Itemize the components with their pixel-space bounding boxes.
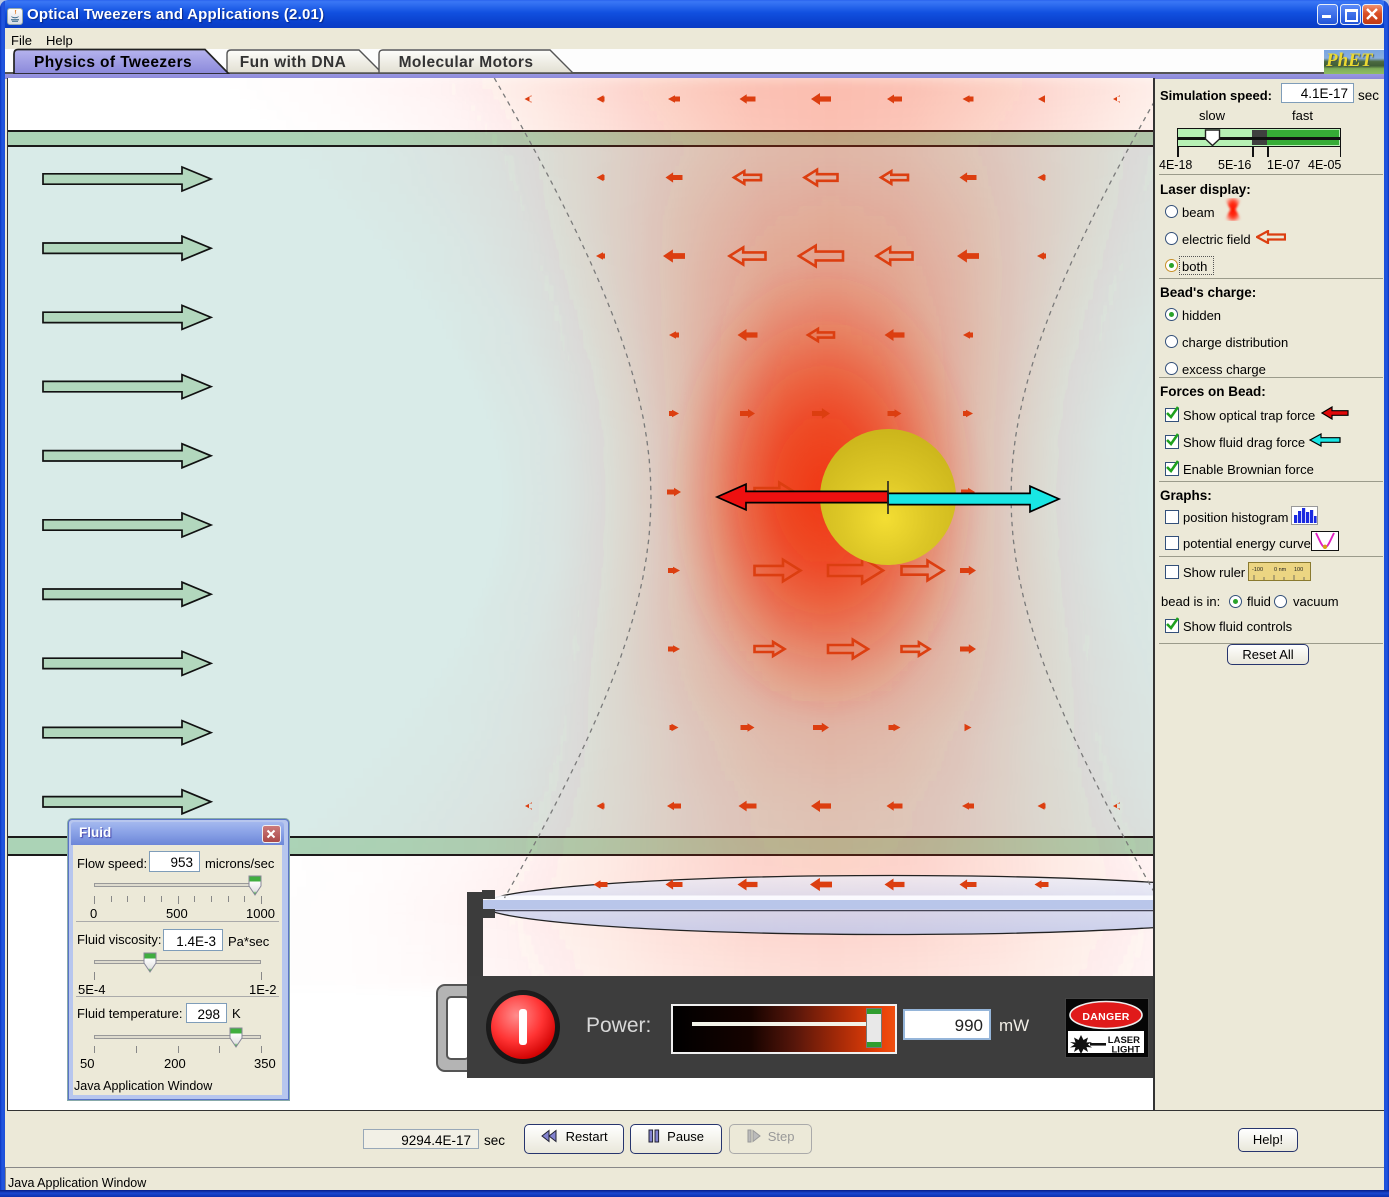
svg-text:LIGHT: LIGHT [1112,1045,1141,1056]
svg-text:Molecular Motors: Molecular Motors [399,54,534,71]
svg-text:Fun with DNA: Fun with DNA [240,54,346,71]
svg-text:0 nm: 0 nm [1274,567,1287,573]
svg-text:100: 100 [1294,567,1303,573]
svg-text:Physics of Tweezers: Physics of Tweezers [34,54,192,71]
svg-text:-100: -100 [1252,567,1263,573]
svg-text:DANGER: DANGER [1082,1011,1129,1023]
